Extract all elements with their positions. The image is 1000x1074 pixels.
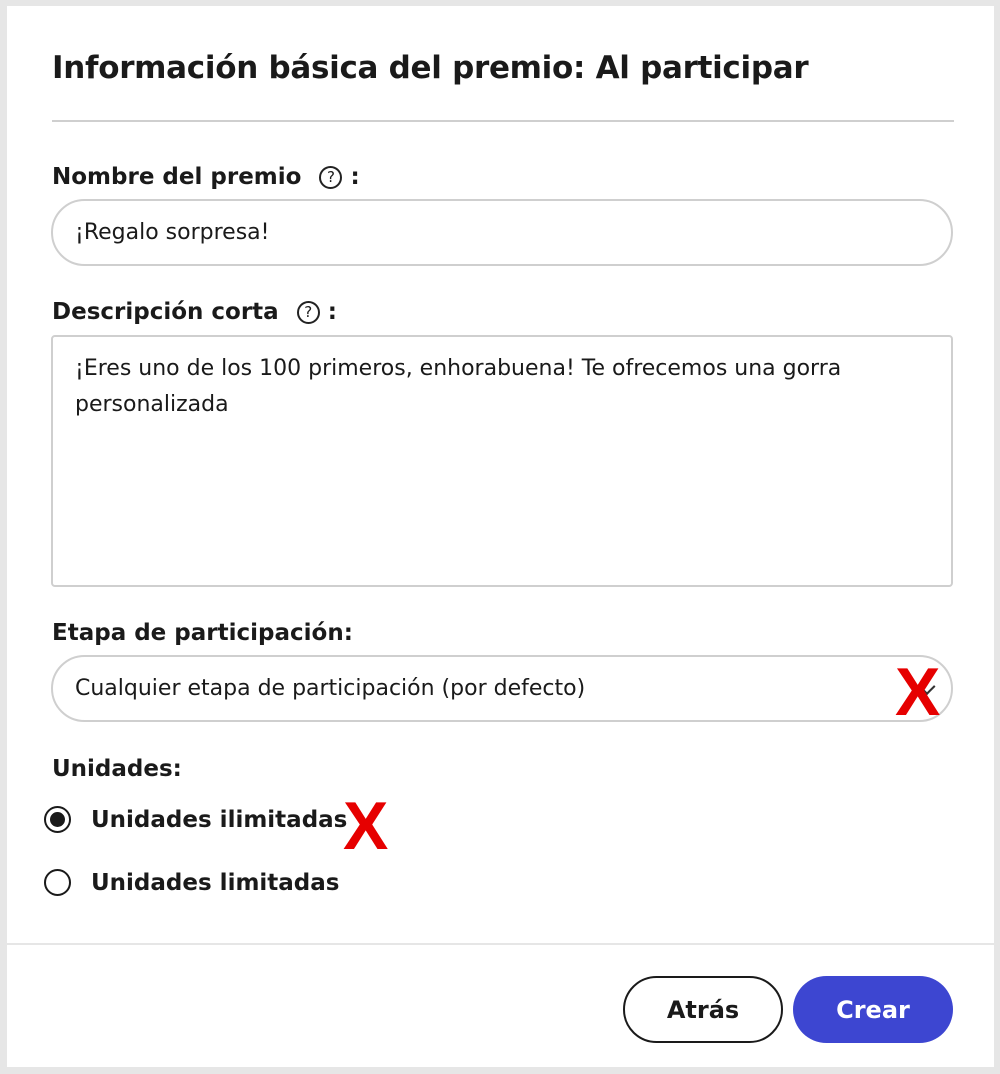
prize-name-input[interactable] <box>51 199 953 266</box>
radio-dot <box>50 812 65 827</box>
prize-info-dialog: Información básica del premio: Al partic… <box>7 6 994 1067</box>
short-description-label-group: Descripción corta ? : <box>52 301 337 324</box>
radio-button-unchecked[interactable] <box>44 869 71 896</box>
radio-button-checked[interactable] <box>44 806 71 833</box>
radio-unlimited-units[interactable]: Unidades ilimitadas <box>44 806 347 833</box>
red-x-annotation: X <box>343 788 389 864</box>
participation-stage-label: Etapa de participación: <box>52 620 353 646</box>
title-divider <box>52 120 954 122</box>
help-icon[interactable]: ? <box>296 301 320 324</box>
radio-limited-units[interactable]: Unidades limitadas <box>44 869 340 896</box>
short-description-label: Descripción corta <box>52 299 279 325</box>
prize-name-label: Nombre del premio <box>52 164 302 190</box>
radio-label[interactable]: Unidades limitadas <box>91 870 340 896</box>
units-label: Unidades: <box>52 756 182 782</box>
dialog-title: Información básica del premio: Al partic… <box>52 50 809 86</box>
help-icon[interactable]: ? <box>319 166 343 189</box>
back-button[interactable]: Atrás <box>623 976 783 1043</box>
red-x-annotation: X <box>895 654 941 730</box>
short-description-textarea[interactable]: ¡Eres uno de los 100 primeros, enhorabue… <box>51 335 953 587</box>
prize-name-label-group: Nombre del premio ? : <box>52 166 360 189</box>
label-colon: : <box>350 164 360 190</box>
radio-label[interactable]: Unidades ilimitadas <box>91 807 347 833</box>
footer-divider <box>7 943 994 945</box>
label-colon: : <box>327 299 337 325</box>
participation-stage-value: Cualquier etapa de participación (por de… <box>75 676 586 701</box>
create-button[interactable]: Crear <box>793 976 953 1043</box>
participation-stage-select[interactable]: Cualquier etapa de participación (por de… <box>51 655 953 722</box>
